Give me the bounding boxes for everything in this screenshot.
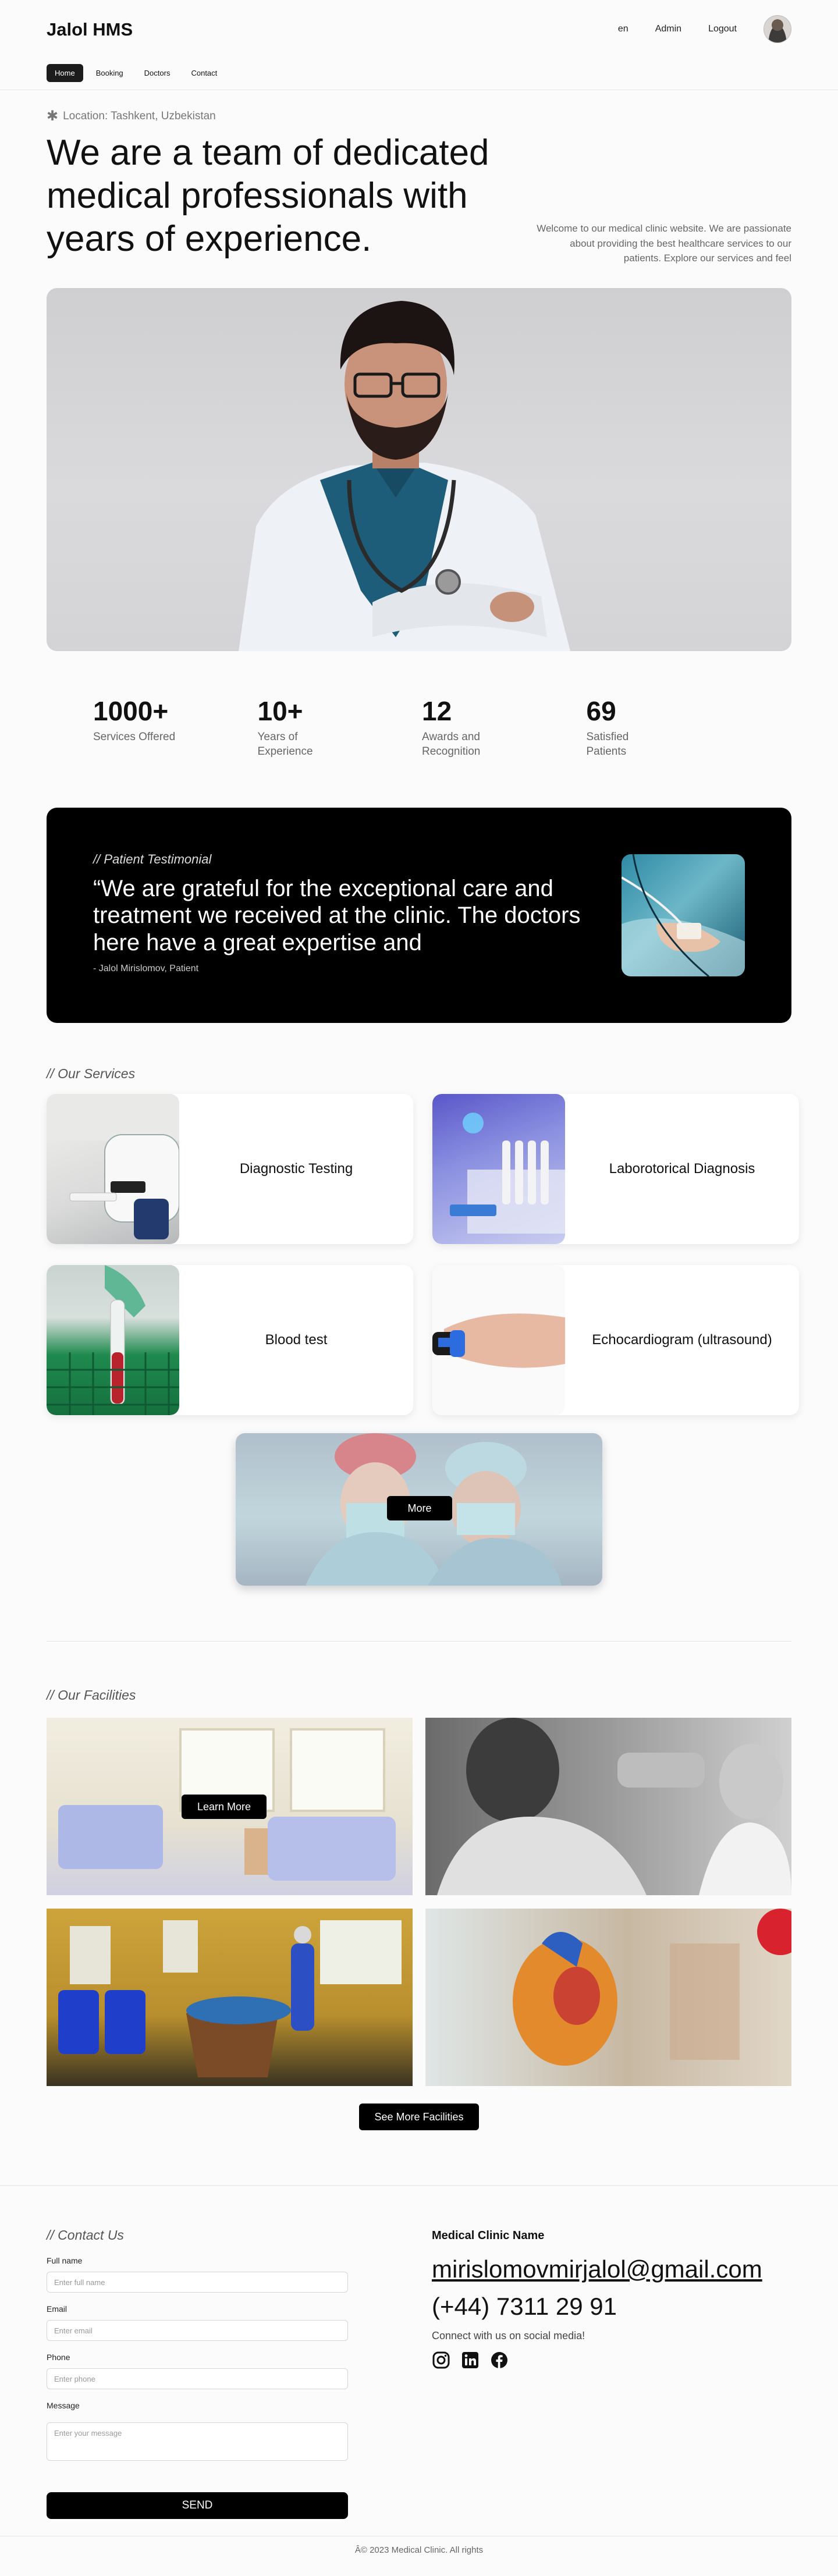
- see-more-facilities-button[interactable]: See More Facilities: [359, 2104, 479, 2130]
- copyright: Â© 2023 Medical Clinic. All rights: [354, 2545, 484, 2555]
- top-nav: en Admin Logout: [618, 14, 791, 44]
- logout-link[interactable]: Logout: [708, 24, 737, 34]
- admin-link[interactable]: Admin: [655, 24, 681, 34]
- social-text: Connect with us on social media!: [432, 2330, 585, 2342]
- stat-label: Awards and Recognition: [422, 731, 481, 758]
- instagram-icon[interactable]: [432, 2351, 450, 2369]
- consultation-illustration: [437, 1718, 791, 1895]
- nav-doctors[interactable]: Doctors: [136, 64, 179, 82]
- service-image: [432, 1094, 565, 1244]
- testimonial-image: [622, 854, 745, 976]
- service-card-blood-test[interactable]: Blood test: [47, 1265, 413, 1415]
- message-label: Message: [47, 2401, 80, 2410]
- more-services-button[interactable]: More: [387, 1496, 452, 1520]
- hero-title: We are a team of dedicated medical profe…: [47, 133, 489, 259]
- stat-value: 12: [422, 696, 452, 726]
- doctor-illustration: [239, 301, 570, 651]
- stat-value: 69: [586, 696, 616, 726]
- testimonial-card: // Patient Testimonial “We are grateful …: [47, 808, 791, 1023]
- pulse-oximeter-illustration: [432, 1313, 565, 1368]
- language-selector[interactable]: en: [618, 24, 628, 34]
- heart-model-illustration: [513, 1909, 791, 2066]
- facility-consultation: [425, 1718, 791, 1895]
- testimonial-author: - Jalol Mirislomov, Patient: [93, 964, 199, 973]
- learn-more-button[interactable]: Learn More: [182, 1795, 267, 1819]
- service-title: Diagnostic Testing: [239, 1161, 353, 1177]
- blood-sample-illustration: [47, 1265, 179, 1415]
- message-input[interactable]: [47, 2422, 348, 2461]
- stat-awards: 12 Awards and Recognition: [422, 695, 587, 759]
- stat-value: 10+: [257, 696, 303, 726]
- nav-booking[interactable]: Booking: [88, 64, 132, 82]
- phone-label: Phone: [47, 2353, 70, 2362]
- facebook-icon[interactable]: [490, 2351, 509, 2369]
- hero-doctor-image: [47, 288, 791, 651]
- service-image: [432, 1265, 565, 1415]
- footer-divider: [0, 2185, 838, 2186]
- testimonial-tag: // Patient Testimonial: [93, 852, 212, 866]
- facility-waiting-room: Learn More: [47, 1718, 413, 1895]
- location-text: Location: Tashkent, Uzbekistan: [63, 110, 216, 122]
- service-image: [47, 1094, 179, 1244]
- more-services-card: More: [236, 1433, 602, 1586]
- stat-patients: 69 Satisfied Patients: [587, 695, 751, 759]
- service-title: Echocardiogram (ultrasound): [592, 1332, 772, 1348]
- clinic-name: Medical Clinic Name: [432, 2229, 545, 2242]
- stat-services: 1000+ Services Offered: [93, 695, 258, 759]
- service-card-diagnostic-testing[interactable]: Diagnostic Testing: [47, 1094, 413, 1244]
- stat-label: Satisfied Patients: [586, 731, 629, 758]
- full-name-input[interactable]: [47, 2272, 348, 2293]
- stat-value: 1000+: [93, 696, 169, 726]
- scanner-illustration: [47, 1094, 179, 1239]
- send-button[interactable]: SEND: [47, 2492, 348, 2519]
- stats: 1000+ Services Offered 10+ Years of Expe…: [93, 695, 751, 759]
- phone-input[interactable]: [47, 2368, 348, 2389]
- service-title: Blood test: [265, 1332, 328, 1348]
- facilities-tag: // Our Facilities: [47, 1687, 136, 1703]
- social-links: [432, 2351, 509, 2369]
- location: ✱ Location: Tashkent, Uzbekistan: [47, 109, 216, 123]
- brand-logo[interactable]: Jalol HMS: [47, 19, 133, 40]
- email-label: Email: [47, 2304, 68, 2314]
- hero-description: Welcome to our medical clinic website. W…: [537, 223, 791, 264]
- testimonial-quote: “We are grateful for the exceptional car…: [93, 876, 581, 955]
- service-card-echocardiogram[interactable]: Echocardiogram (ultrasound): [432, 1265, 799, 1415]
- top-bar: Jalol HMS en Admin Logout: [0, 0, 838, 58]
- avatar[interactable]: [764, 15, 791, 43]
- nav-contact[interactable]: Contact: [183, 64, 225, 82]
- iv-drip-illustration: [622, 854, 745, 976]
- facility-exam-room: [47, 1909, 413, 2086]
- contact-tag: // Contact Us: [47, 2227, 124, 2243]
- linkedin-icon[interactable]: [461, 2351, 480, 2369]
- stat-label: Services Offered: [93, 731, 176, 743]
- sub-nav: Home Booking Doctors Contact: [47, 64, 225, 82]
- exam-room-illustration: [58, 1920, 402, 2077]
- facility-heart-model: [425, 1909, 791, 2086]
- nav-home[interactable]: Home: [47, 64, 83, 82]
- asterisk-icon: ✱: [47, 108, 59, 124]
- stat-years: 10+ Years of Experience: [258, 695, 422, 759]
- stat-label: Years of Experience: [257, 731, 313, 758]
- services-tag: // Our Services: [47, 1066, 136, 1081]
- service-card-laboratory-diagnosis[interactable]: Laborotorical Diagnosis: [432, 1094, 799, 1244]
- contact-email[interactable]: mirislomovmirjalol@gmail.com: [432, 2255, 762, 2283]
- test-tubes-illustration: [450, 1113, 565, 1234]
- full-name-label: Full name: [47, 2256, 83, 2265]
- service-image: [47, 1265, 179, 1415]
- contact-phone: (+44) 7311 29 91: [432, 2293, 617, 2320]
- email-input[interactable]: [47, 2320, 348, 2341]
- service-title: Laborotorical Diagnosis: [609, 1161, 755, 1177]
